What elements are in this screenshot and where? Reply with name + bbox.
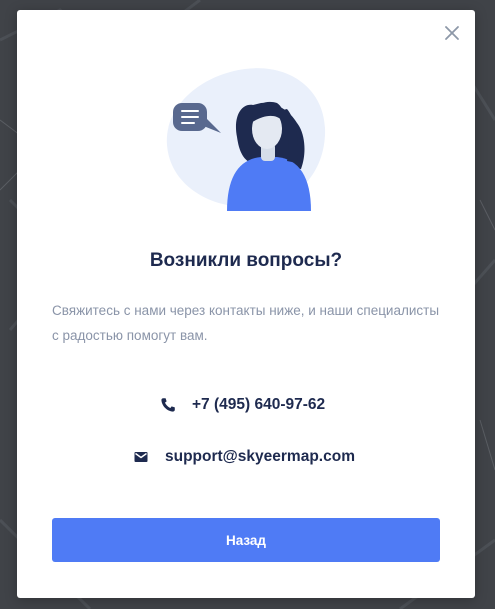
support-dialog: Возникли вопросы? Свяжитесь с нами через…: [17, 10, 475, 598]
support-agent-illustration: [166, 68, 326, 211]
phone-number[interactable]: +7 (495) 640-97-62: [192, 396, 325, 414]
email-address[interactable]: support@skyeermap.com: [165, 448, 355, 466]
phone-icon: [161, 398, 175, 412]
close-icon[interactable]: [443, 24, 461, 42]
back-button[interactable]: Назад: [52, 518, 440, 562]
email-contact[interactable]: support@skyeermap.com: [133, 448, 355, 466]
dialog-title: Возникли вопросы?: [149, 250, 343, 271]
dialog-description: Свяжитесь с нами через контакты ниже, и …: [52, 303, 440, 343]
phone-contact[interactable]: +7 (495) 640-97-62: [160, 396, 325, 414]
page-backdrop[interactable]: Возникли вопросы? Свяжитесь с нами через…: [0, 0, 495, 609]
mail-icon: [134, 452, 148, 462]
